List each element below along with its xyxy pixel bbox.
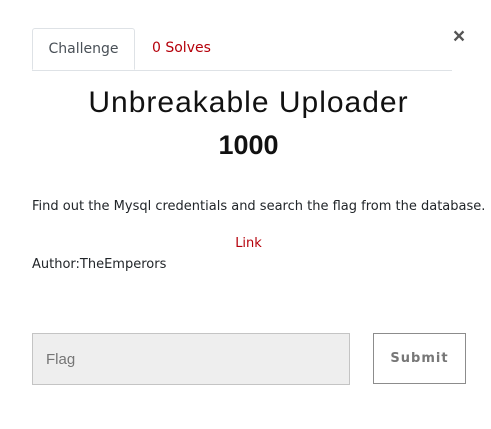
tab-challenge-label: Challenge xyxy=(48,41,119,57)
challenge-tabs: Challenge 0 Solves xyxy=(32,28,452,71)
close-button[interactable]: × xyxy=(451,26,467,48)
flag-input[interactable] xyxy=(32,333,350,385)
tab-challenge[interactable]: Challenge xyxy=(32,28,135,70)
challenge-link[interactable]: Link xyxy=(0,236,491,251)
challenge-title: Unbreakable Uploader xyxy=(88,86,409,119)
submit-button[interactable]: Submit xyxy=(373,333,466,384)
tab-solves-label: 0 Solves xyxy=(152,40,211,56)
close-icon: × xyxy=(452,25,466,48)
challenge-author: Author:TheEmperors xyxy=(32,257,167,272)
challenge-value: 1000 xyxy=(218,130,279,160)
challenge-description: Find out the Mysql credentials and searc… xyxy=(32,199,486,214)
tab-solves[interactable]: 0 Solves xyxy=(152,28,211,69)
